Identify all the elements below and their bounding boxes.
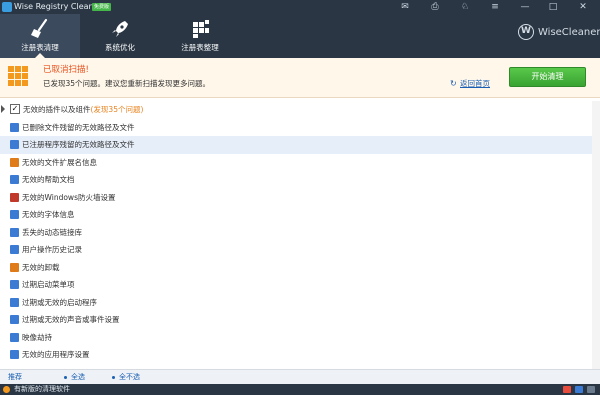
settings-icon[interactable] (587, 386, 595, 393)
status-bar: 有新版的清理软件 (0, 384, 600, 395)
scan-status-title: 已取消扫描! (43, 65, 89, 75)
scrollbar[interactable] (592, 101, 600, 369)
list-item[interactable]: 已注册程序残留的无效路径及文件 (0, 136, 600, 154)
list-item-label: 过期或无效的启动程序 (22, 297, 97, 307)
back-home-link[interactable]: 返回首页 (460, 79, 490, 89)
list-item[interactable]: ✓ 无效的插件以及组件(发现35个问题) (0, 101, 600, 119)
scan-status-banner: 已取消扫描! 已发现35个问题。建议您重新扫描发现更多问题。 ↻ 返回首页 开始… (0, 58, 600, 98)
edition-badge: 免费版 (92, 3, 112, 11)
settings-icon (10, 350, 19, 359)
font-icon (10, 210, 19, 219)
tab-label: 系统优化 (105, 43, 135, 52)
list-item[interactable]: 过期启动菜单项 (0, 276, 600, 294)
rocket-icon (112, 21, 128, 37)
list-item[interactable]: 无效的卸载 (0, 259, 600, 277)
list-item-label: 无效的卸载 (22, 262, 60, 272)
brand-logo-icon: W (518, 24, 534, 40)
list-item[interactable]: 已删除文件残留的无效路径及文件 (0, 119, 600, 137)
list-item[interactable]: 无效的Windows防火墙设置 (0, 189, 600, 207)
list-item-label: 无效的文件扩展名信息 (22, 157, 97, 167)
hijack-icon (10, 332, 19, 342)
history-icon (10, 245, 19, 254)
recommend-link[interactable]: 推荐 (8, 372, 22, 382)
list-item[interactable]: 过期或无效的声音或事件设置 (0, 311, 600, 329)
list-item[interactable]: 过期或无效的启动程序 (0, 294, 600, 312)
uninstall-icon (10, 262, 19, 272)
start-clean-button[interactable]: 开始清理 (509, 67, 586, 87)
social-icon[interactable] (575, 386, 583, 393)
blocks-icon (193, 20, 209, 38)
list-item[interactable]: 用户操作历史记录 (0, 241, 600, 259)
notification-icon[interactable] (563, 386, 571, 393)
help-doc-icon (10, 175, 19, 184)
list-item-label: 无效的Windows防火墙设置 (22, 192, 116, 202)
list-item[interactable]: 映像劫持 (0, 329, 600, 347)
dot-icon (112, 376, 115, 379)
issue-count: (发现35个问题) (90, 105, 144, 114)
brand-name: WiseCleaner (538, 27, 600, 38)
category-checkbox[interactable]: ✓ (10, 104, 20, 114)
list-item-label: 无效的应用程序设置 (22, 350, 90, 359)
app-logo-icon (2, 2, 12, 12)
list-item-label: 无效的插件以及组件(发现35个问题) (23, 105, 144, 114)
list-item[interactable]: 无效的应用程序设置 (0, 346, 600, 364)
scan-grid-icon (8, 66, 28, 86)
list-item-label: 映像劫持 (22, 332, 52, 342)
menu-icon[interactable]: ≡ (484, 0, 506, 14)
list-item[interactable]: 丢失的动态链接库 (0, 224, 600, 242)
app-icon (10, 140, 19, 149)
expand-arrow-icon[interactable] (1, 105, 5, 113)
list-item-label: 无效的字体信息 (22, 210, 75, 219)
tab-label: 注册表清理 (21, 43, 59, 52)
scan-status-subtitle: 已发现35个问题。建议您重新扫描发现更多问题。 (43, 79, 211, 88)
select-all-link[interactable]: 全选 (71, 372, 85, 382)
file-icon (10, 122, 19, 132)
feedback-icon[interactable]: ⎙ (424, 0, 446, 14)
broom-icon (31, 18, 48, 38)
dot-icon (64, 376, 67, 379)
select-none-link[interactable]: 全不选 (119, 372, 140, 382)
status-text[interactable]: 有新版的清理软件 (14, 384, 70, 395)
start-menu-icon (10, 280, 19, 289)
registry-issue-list: ✓ 无效的插件以及组件(发现35个问题) 已删除文件残留的无效路径及文件 已注册程… (0, 101, 600, 369)
mail-icon[interactable]: ✉ (394, 0, 416, 14)
update-icon (3, 386, 10, 393)
list-item[interactable]: 无效的字体信息 (0, 206, 600, 224)
list-item-label: 已删除文件残留的无效路径及文件 (22, 122, 135, 132)
list-item-label: 无效的帮助文档 (22, 175, 75, 184)
tab-registry-cleaner[interactable]: 注册表清理 (0, 14, 80, 58)
list-item-label: 已注册程序残留的无效路径及文件 (22, 140, 135, 149)
list-item[interactable]: 无效的帮助文档 (0, 171, 600, 189)
list-item[interactable]: 无效的文件扩展名信息 (0, 154, 600, 172)
startup-icon (10, 297, 19, 307)
skin-icon[interactable]: ♘ (454, 0, 476, 14)
list-item-label: 过期或无效的声音或事件设置 (22, 315, 120, 324)
list-footer: 推荐 全选 全不选 (0, 369, 600, 384)
close-button[interactable]: ✕ (572, 0, 594, 14)
dll-icon (10, 227, 19, 237)
minimize-button[interactable]: — (514, 0, 536, 14)
refresh-icon: ↻ (450, 79, 457, 88)
title-bar: Wise Registry Cleaner X 免费版 ✉ ⎙ ♘ ≡ — □ … (0, 0, 600, 14)
list-item-label: 用户操作历史记录 (22, 245, 82, 254)
tab-registry-defrag[interactable]: 注册表整理 (160, 14, 240, 58)
app-header: Wise Registry Cleaner X 免费版 ✉ ⎙ ♘ ≡ — □ … (0, 0, 600, 58)
sound-icon (10, 315, 19, 324)
list-item-label: 过期启动菜单项 (22, 280, 75, 289)
extension-icon (10, 157, 19, 167)
firewall-icon (10, 192, 19, 202)
tab-label: 注册表整理 (181, 43, 219, 52)
tab-system-tuneup[interactable]: 系统优化 (80, 14, 160, 58)
maximize-button[interactable]: □ (542, 0, 564, 14)
list-item-label: 丢失的动态链接库 (22, 227, 82, 237)
